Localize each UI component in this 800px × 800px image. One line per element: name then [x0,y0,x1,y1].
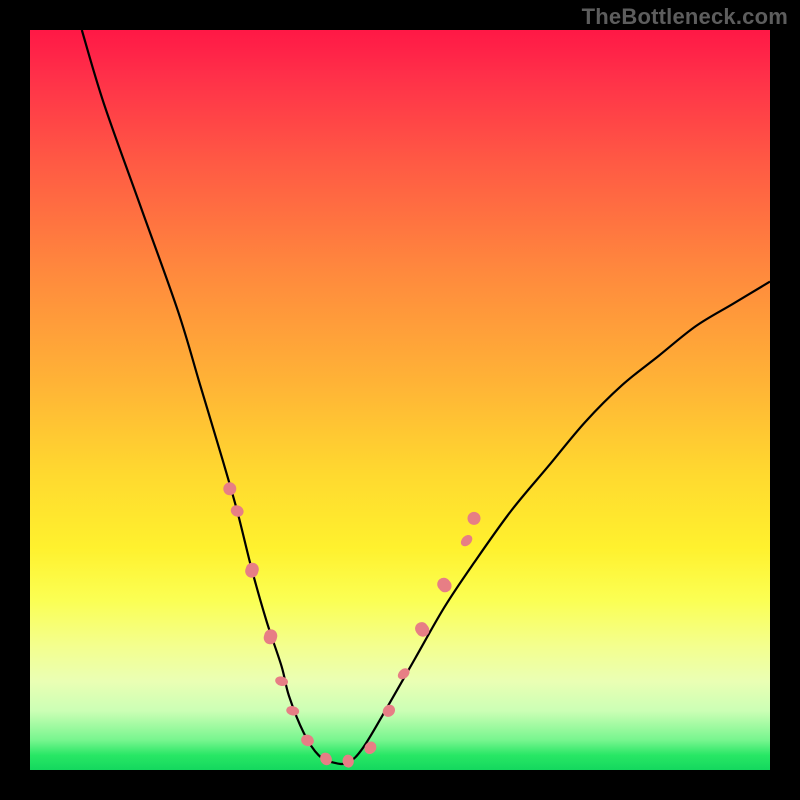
curve-marker-dot [223,482,236,495]
marker-group [223,482,480,768]
curve-marker-dot [468,512,481,525]
curve-marker-capsule [229,503,245,518]
plot-area [30,30,770,770]
curve-marker-capsule [262,628,279,646]
plot-svg [30,30,770,770]
curve-marker-capsule [412,619,432,639]
bottleneck-curve [82,30,770,764]
curve-marker-capsule [318,750,334,767]
curve-marker-capsule [285,705,300,717]
curve-marker-capsule [459,533,475,549]
curve-marker-capsule [342,754,354,768]
chart-container: TheBottleneck.com [0,0,800,800]
curve-marker-capsule [362,739,379,756]
curve-marker-capsule [299,733,316,749]
curve-group [82,30,770,764]
curve-marker-capsule [435,575,455,595]
curve-marker-capsule [243,561,260,579]
watermark-text: TheBottleneck.com [582,4,788,30]
